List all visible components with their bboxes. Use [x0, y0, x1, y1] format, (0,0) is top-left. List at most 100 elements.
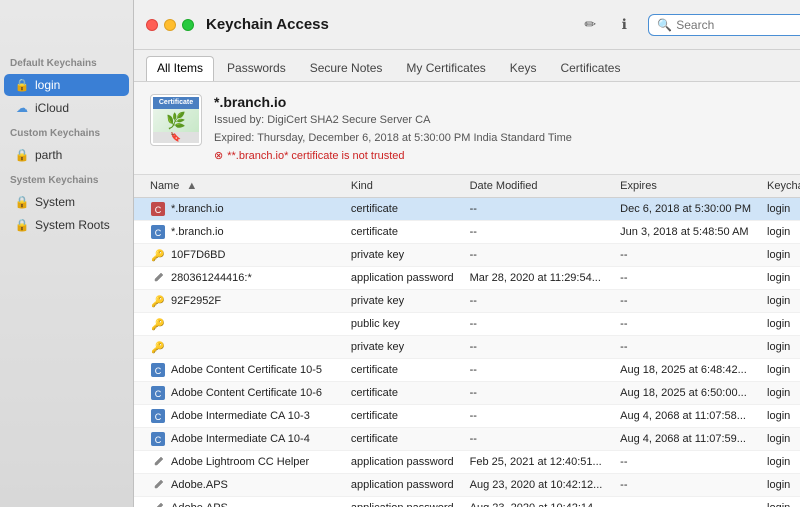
table-row[interactable]: CAdobe Content Certificate 10-5certifica… [134, 359, 800, 382]
table-row[interactable]: Adobe.APSapplication passwordAug 23, 202… [134, 497, 800, 507]
svg-text:C: C [155, 389, 162, 399]
cert-blue-icon: C [150, 224, 166, 240]
cell-date-modified: -- [462, 313, 613, 336]
cell-expires: -- [612, 290, 759, 313]
cell-date-modified: -- [462, 428, 613, 451]
row-name-text: 280361244416:* [171, 272, 252, 284]
cell-date-modified: -- [462, 290, 613, 313]
col-header-kind[interactable]: Kind [343, 175, 462, 198]
minimize-button[interactable] [164, 19, 176, 31]
cell-kind: application password [343, 267, 462, 290]
tab-my-certificates[interactable]: My Certificates [395, 56, 496, 81]
search-icon: 🔍 [657, 18, 672, 32]
tab-certificates[interactable]: Certificates [549, 56, 631, 81]
cell-date-modified: -- [462, 221, 613, 244]
sidebar-item-system-roots[interactable]: 🔒 System Roots [4, 214, 129, 236]
sidebar-item-parth[interactable]: 🔒 parth [4, 144, 129, 166]
row-name-text: Adobe Intermediate CA 10-3 [171, 410, 310, 422]
cell-expires: -- [612, 267, 759, 290]
cell-expires: -- [612, 497, 759, 507]
table-row[interactable]: Adobe Lightroom CC Helperapplication pas… [134, 451, 800, 474]
cell-keychain: login [759, 244, 800, 267]
row-name-text: *.branch.io [171, 226, 224, 238]
cert-blue-icon: C [150, 362, 166, 378]
search-box[interactable]: 🔍 [648, 14, 800, 36]
sidebar-item-system[interactable]: 🔒 System [4, 191, 129, 213]
key-icon: 🔑 [150, 247, 166, 263]
cell-keychain: login [759, 497, 800, 507]
cell-kind: certificate [343, 198, 462, 221]
row-name-text: 10F7D6BD [171, 249, 225, 261]
row-name-text: Adobe Lightroom CC Helper [171, 456, 309, 468]
info-icon[interactable]: ℹ [612, 13, 636, 37]
table-row[interactable]: 🔑private key----login [134, 336, 800, 359]
row-name-text: Adobe.APS [171, 479, 228, 491]
key-icon: 🔑 [150, 316, 166, 332]
edit-icon[interactable]: ✏ [578, 13, 602, 37]
sidebar-section-label-default: Default Keychains [0, 50, 133, 73]
close-button[interactable] [146, 19, 158, 31]
svg-text:C: C [155, 366, 162, 376]
cell-name: 🔑92F2952F [134, 290, 343, 312]
cell-kind: private key [343, 336, 462, 359]
col-header-expires[interactable]: Expires [612, 175, 759, 198]
titlebar: Keychain Access ✏ ℹ 🔍 [134, 0, 800, 50]
sort-arrow-icon: ▲ [186, 180, 197, 192]
cert-thumbnail: Certificate 🌿 🔖 [150, 94, 202, 146]
cell-keychain: login [759, 474, 800, 497]
table-row[interactable]: 280361244416:*application passwordMar 28… [134, 267, 800, 290]
table-row[interactable]: CAdobe Content Certificate 10-6certifica… [134, 382, 800, 405]
cell-name: CAdobe Content Certificate 10-5 [134, 359, 343, 381]
app-pwd-icon [150, 477, 166, 493]
cert-title: *.branch.io [214, 94, 572, 110]
cell-name: CAdobe Intermediate CA 10-3 [134, 405, 343, 427]
cell-expires: -- [612, 244, 759, 267]
cell-name: 280361244416:* [134, 267, 343, 289]
table-row[interactable]: C*.branch.iocertificate--Jun 3, 2018 at … [134, 221, 800, 244]
lock-icon-system: 🔒 [14, 194, 30, 210]
row-name-text: *.branch.io [171, 203, 224, 215]
cell-name: Adobe Lightroom CC Helper [134, 451, 343, 473]
tab-secure-notes[interactable]: Secure Notes [299, 56, 394, 81]
search-input[interactable] [676, 18, 796, 32]
cert-icon-label: Certificate [153, 97, 199, 109]
key-icon: 🔑 [150, 339, 166, 355]
cell-expires: Jun 3, 2018 at 5:48:50 AM [612, 221, 759, 244]
tab-keys[interactable]: Keys [499, 56, 548, 81]
cell-name: Adobe.APS [134, 474, 343, 496]
cell-keychain: login [759, 267, 800, 290]
app-pwd-icon [150, 500, 166, 507]
sidebar-item-system-roots-label: System Roots [35, 218, 110, 232]
main-content: Keychain Access ✏ ℹ 🔍 All Items Password… [134, 0, 800, 507]
table-row[interactable]: 🔑92F2952Fprivate key----login [134, 290, 800, 313]
col-header-date[interactable]: Date Modified [462, 175, 613, 198]
tab-passwords[interactable]: Passwords [216, 56, 297, 81]
table-row[interactable]: 🔑10F7D6BDprivate key----login [134, 244, 800, 267]
cell-name: Adobe.APS [134, 497, 343, 507]
cell-kind: private key [343, 244, 462, 267]
col-header-keychain[interactable]: Keychain [759, 175, 800, 198]
sidebar-item-icloud[interactable]: ☁ iCloud [4, 97, 129, 119]
row-name-text: Adobe Content Certificate 10-6 [171, 387, 322, 399]
table-row[interactable]: 🔑public key----login [134, 313, 800, 336]
lock-icon-system-roots: 🔒 [14, 217, 30, 233]
table-row[interactable]: CAdobe Intermediate CA 10-4certificate--… [134, 428, 800, 451]
cert-blue-icon: C [150, 431, 166, 447]
table-row[interactable]: C*.branch.iocertificate--Dec 6, 2018 at … [134, 198, 800, 221]
sidebar-item-login[interactable]: 🔒 login [4, 74, 129, 96]
sidebar: Default Keychains 🔒 login ☁ iCloud Custo… [0, 0, 134, 507]
table-row[interactable]: CAdobe Intermediate CA 10-3certificate--… [134, 405, 800, 428]
cert-icon-body: 🌿 [153, 109, 199, 132]
tab-all-items[interactable]: All Items [146, 56, 214, 81]
cell-expires: -- [612, 451, 759, 474]
maximize-button[interactable] [182, 19, 194, 31]
cell-expires: Aug 18, 2025 at 6:50:00... [612, 382, 759, 405]
cell-date-modified: -- [462, 336, 613, 359]
table-row[interactable]: Adobe.APSapplication passwordAug 23, 202… [134, 474, 800, 497]
cell-kind: private key [343, 290, 462, 313]
cell-expires: Aug 18, 2025 at 6:48:42... [612, 359, 759, 382]
cert-red-icon: C [150, 201, 166, 217]
cell-keychain: login [759, 221, 800, 244]
keychain-table[interactable]: Name ▲ Kind Date Modified Expires Keycha… [134, 175, 800, 507]
col-header-name[interactable]: Name ▲ [134, 175, 343, 198]
